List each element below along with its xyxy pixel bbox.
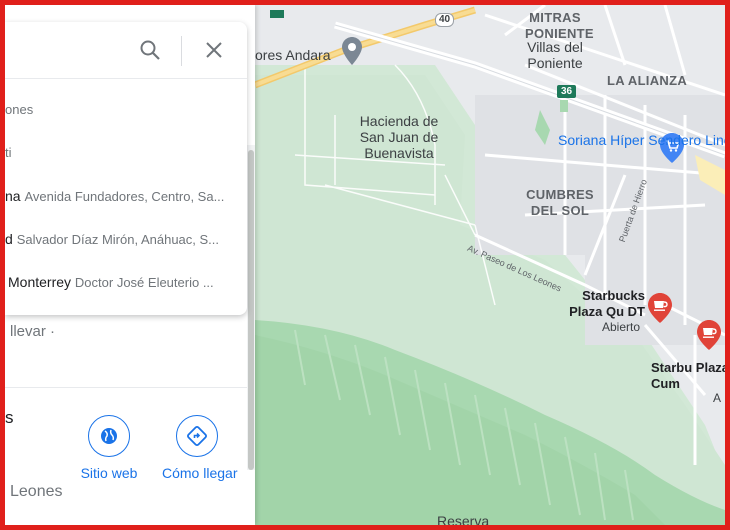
directions-icon (187, 426, 207, 446)
suggestion-item[interactable]: na Avenida Fundadores, Centro, Sa... (5, 176, 247, 216)
map-label-la-alianza[interactable]: LA ALIANZA (607, 73, 687, 89)
map-label-villas-del-poniente[interactable]: Villas del Poniente (515, 39, 595, 71)
starbucks-2-status: A (713, 391, 722, 405)
cafe-pin-icon-2[interactable] (697, 320, 721, 350)
suggestion-item[interactable]: d Salvador Díaz Mirón, Anáhuac, S... (5, 219, 247, 259)
search-bar[interactable] (5, 22, 247, 79)
map-label-starbucks-plaza-cum[interactable]: Starbu Plaza Cum (651, 360, 725, 392)
panel-divider (5, 387, 255, 388)
starbucks-1-status: Abierto (602, 320, 641, 334)
partial-directions-text: llevar · (10, 323, 56, 340)
map-label-cumbres-del-sol[interactable]: CUMBRES DEL SOL (521, 187, 599, 219)
partial-heading-text: s (5, 408, 14, 427)
website-label: Sitio web (80, 465, 138, 481)
suggestion-item[interactable]: Monterrey Doctor José Eleuterio ... (5, 262, 247, 302)
panel-scrollbar-thumb[interactable] (248, 150, 254, 470)
partial-address-text: Leones (10, 483, 63, 500)
place-panel: llevar · s Sitio web Cómo llegar Leones (5, 5, 255, 525)
close-icon[interactable] (203, 39, 225, 61)
search-icon[interactable] (139, 39, 161, 61)
map-label-reserva[interactable]: Reserva (437, 513, 489, 525)
location-pin-icon[interactable] (342, 37, 362, 65)
map-label-hacienda[interactable]: Hacienda de San Juan de Buenavista (353, 113, 445, 161)
website-button[interactable]: Sitio web (74, 415, 144, 481)
directions-label: Cómo llegar (162, 465, 238, 481)
suggestion-item[interactable]: ones (5, 89, 247, 129)
suggestion-item[interactable]: ti (5, 132, 247, 172)
map-label-andara[interactable]: ores Andara (255, 47, 331, 63)
map-label-starbucks-plaza-qu[interactable]: Starbucks Plaza Qu DT (560, 288, 645, 320)
directions-button[interactable]: Cómo llegar (162, 415, 238, 481)
highway-36-shield: 36 (557, 85, 577, 98)
search-card: ones ti na Avenida Fundadores, Centro, S… (5, 22, 247, 315)
map-label-soriana[interactable]: Soriana Híper Sendero Lincoln (558, 132, 725, 149)
cafe-pin-icon[interactable] (648, 293, 672, 323)
globe-icon (101, 428, 117, 444)
search-separator (181, 36, 182, 66)
map-label-mitras-poniente[interactable]: MITRAS PONIENTE (525, 10, 594, 42)
highway-40-shield: 40 (435, 13, 455, 27)
